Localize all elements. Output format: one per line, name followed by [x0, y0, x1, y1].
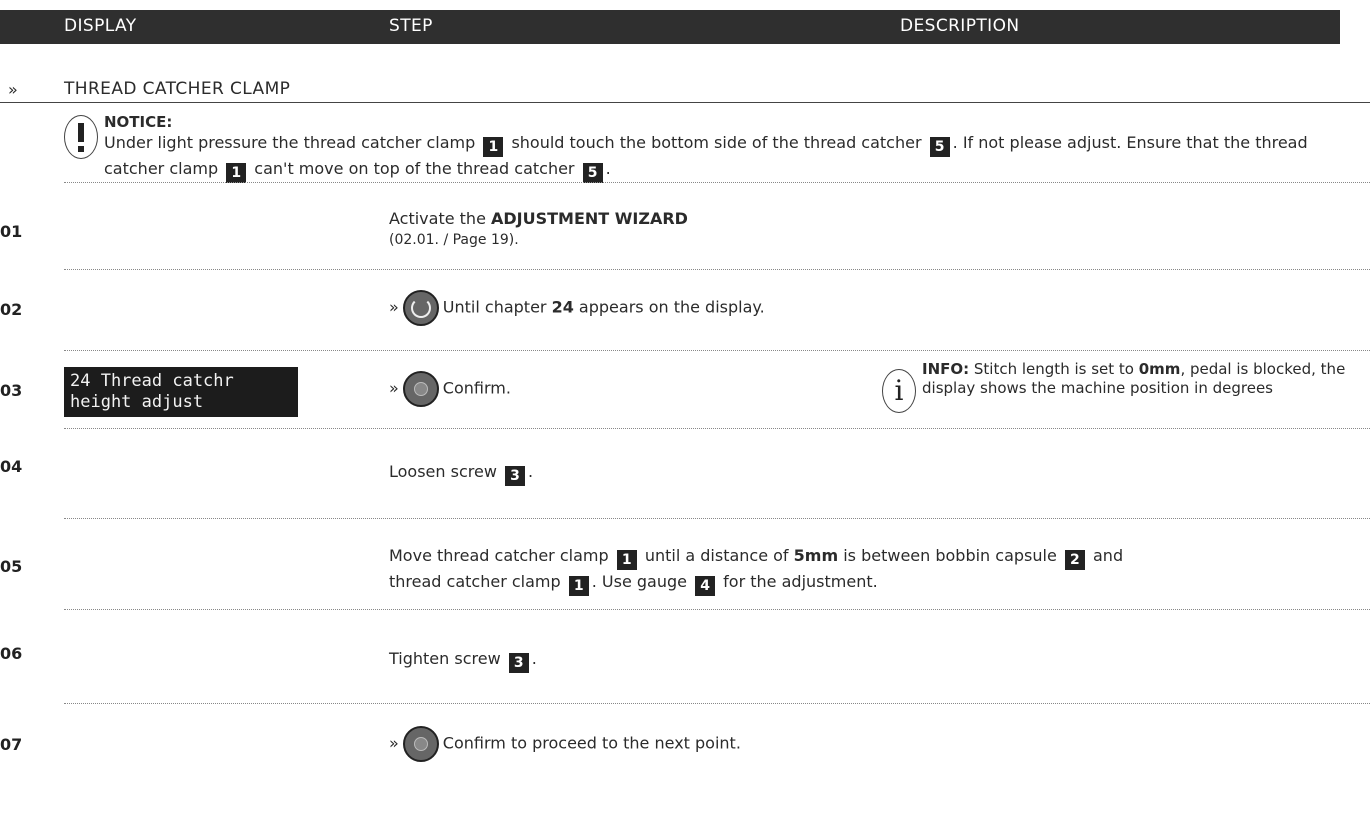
part-badge: 1 [568, 576, 589, 596]
step-keyword: 24 [551, 297, 574, 317]
step-text-part: Move thread catcher clamp [389, 546, 609, 565]
step-keyword: 5mm [793, 546, 839, 565]
step-text-part: appears on the display. [573, 297, 765, 317]
page-reference: (02.01. / Page 19). [389, 232, 519, 248]
step-number: 04 [0, 457, 23, 476]
step-text-part: . Use gauge [591, 572, 687, 591]
info-label: INFO: [922, 360, 970, 378]
step-number: 01 [0, 222, 23, 241]
section-title: THREAD CATCHER CLAMP [64, 79, 291, 99]
step-text-part: Loosen screw [389, 462, 497, 481]
display-line-1: 24 Thread catchr [70, 371, 234, 391]
info-note: INFO: Stitch length is set to 0mm, pedal… [922, 360, 1352, 398]
row-separator [64, 428, 1370, 429]
info-circle-icon: i [882, 369, 916, 413]
step-marker: » [389, 733, 399, 753]
col-display-heading: DISPLAY [64, 16, 137, 36]
part-badge: 1 [226, 163, 247, 183]
machine-display: 24 Thread catchr height adjust [64, 367, 298, 417]
step-number: 05 [0, 557, 23, 576]
notice-text-part: . [605, 159, 611, 178]
step-06-text: Tighten screw 3. [389, 649, 537, 673]
step-01-text: Activate the ADJUSTMENT WIZARD (02.01. /… [389, 209, 688, 250]
notice-text-part: can't move on top of the thread catcher [254, 159, 575, 178]
notice-text: Under light pressure the thread catcher … [104, 131, 1344, 183]
part-badge: 5 [582, 163, 603, 183]
notice-text-part: Under light pressure the thread catcher … [104, 133, 476, 152]
step-text-part: Confirm. [442, 378, 511, 398]
step-text-part: . [531, 649, 537, 668]
step-text-part: Activate the [389, 209, 491, 228]
part-badge: 1 [483, 137, 504, 157]
part-badge: 4 [695, 576, 716, 596]
rotary-knob-press-icon [402, 371, 439, 407]
display-line-2: height adjust [70, 392, 204, 412]
row-separator [64, 703, 1370, 704]
row-separator [64, 269, 1370, 270]
step-04-text: Loosen screw 3. [389, 462, 533, 486]
step-number: 02 [0, 300, 23, 319]
step-03-text: » Confirm. [389, 371, 511, 407]
step-text-part: for the adjustment. [723, 572, 878, 591]
part-badge: 2 [1064, 550, 1085, 570]
step-02-text: » Until chapter 24 appears on the display… [389, 290, 765, 326]
step-text-part: . [528, 462, 534, 481]
table-header: DISPLAY STEP DESCRIPTION [0, 10, 1340, 44]
info-value: 0mm [1138, 360, 1181, 378]
step-text-part: Confirm to proceed to the next point. [442, 733, 741, 753]
notice-text-part: should touch the bottom side of the thre… [511, 133, 922, 152]
row-separator [64, 609, 1370, 610]
step-text-part: until a distance of [644, 546, 794, 565]
part-badge: 3 [508, 653, 529, 673]
step-marker: » [389, 378, 399, 398]
exclamation-circle-icon [64, 115, 98, 159]
step-number: 06 [0, 644, 23, 663]
notice-title: NOTICE: [104, 113, 173, 131]
part-badge: 1 [616, 550, 637, 570]
section-heading: » THREAD CATCHER CLAMP [0, 78, 1370, 103]
step-text-part: Until chapter [442, 297, 552, 317]
step-keyword: ADJUSTMENT WIZARD [491, 209, 688, 228]
part-badge: 3 [505, 466, 525, 486]
info-text-part: Stitch length is set to [969, 360, 1139, 378]
section-marker: » [8, 80, 18, 99]
rotary-knob-press-icon [402, 726, 439, 762]
row-separator [64, 518, 1370, 519]
step-text-part: is between bobbin capsule [838, 546, 1057, 565]
step-text-part: and [1093, 546, 1124, 565]
col-step-heading: STEP [389, 16, 433, 36]
row-separator [64, 350, 1370, 351]
step-marker: » [389, 297, 399, 317]
col-description-heading: DESCRIPTION [900, 16, 1020, 36]
step-07-text: » Confirm to proceed to the next point. [389, 726, 741, 762]
row-separator [64, 182, 1370, 183]
step-05-text: Move thread catcher clamp 1 until a dist… [389, 544, 1123, 596]
step-number: 07 [0, 735, 23, 754]
step-text-part: Tighten screw [389, 649, 501, 668]
part-badge: 5 [929, 137, 950, 157]
step-text-part: thread catcher clamp [389, 572, 561, 591]
step-number: 03 [0, 381, 23, 400]
rotary-knob-turn-icon [402, 290, 439, 326]
